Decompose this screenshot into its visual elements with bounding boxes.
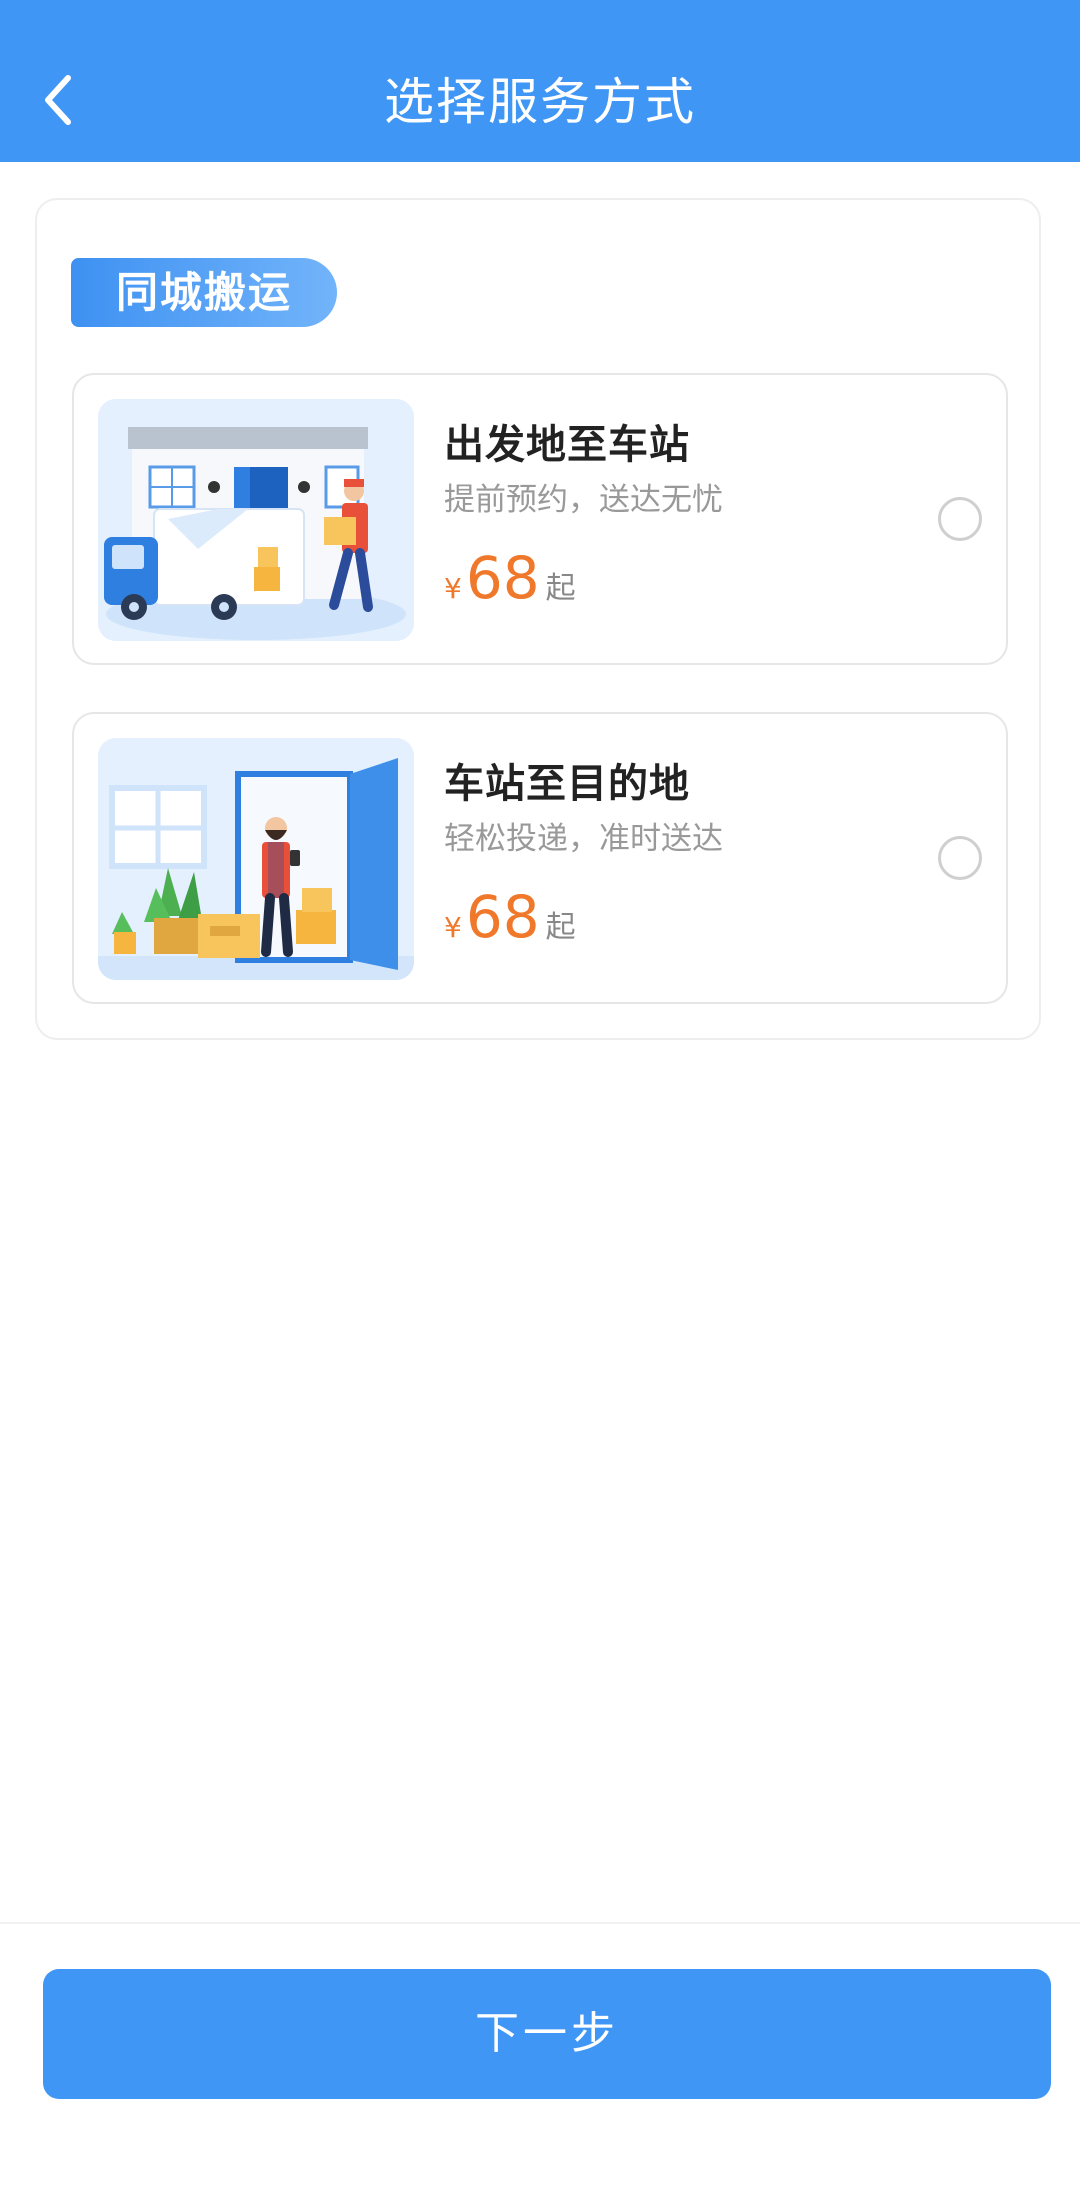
option-price: ¥ 68 起: [444, 884, 576, 960]
page-title: 选择服务方式: [384, 73, 696, 131]
price-suffix: 起: [545, 571, 576, 606]
price-suffix: 起: [545, 910, 576, 945]
currency-symbol: ¥: [444, 911, 462, 944]
next-step-button[interactable]: 下一步: [43, 1969, 1051, 2099]
option-title: 车站至目的地: [444, 761, 690, 807]
currency-symbol: ¥: [444, 572, 462, 605]
moving-truck-illustration: [98, 399, 414, 641]
option-radio[interactable]: [938, 836, 982, 880]
option-radio[interactable]: [938, 497, 982, 541]
service-option-station-to-destination[interactable]: 车站至目的地 轻松投递，准时送达 ¥ 68 起: [72, 712, 1008, 1004]
category-badge: 同城搬运: [71, 258, 337, 327]
service-option-departure-to-station[interactable]: 出发地至车站 提前预约，送达无忧 ¥ 68 起: [72, 373, 1008, 665]
doorstep-delivery-illustration: [98, 738, 414, 980]
option-subtitle: 提前预约，送达无忧: [444, 482, 723, 518]
option-subtitle: 轻松投递，准时送达: [444, 821, 723, 857]
price-value: 68: [465, 883, 540, 951]
option-title: 出发地至车站: [444, 422, 690, 468]
footer-divider: [0, 1922, 1080, 1924]
top-navigation-bar: 选择服务方式: [0, 0, 1080, 162]
option-price: ¥ 68 起: [444, 545, 576, 621]
price-value: 68: [465, 544, 540, 612]
